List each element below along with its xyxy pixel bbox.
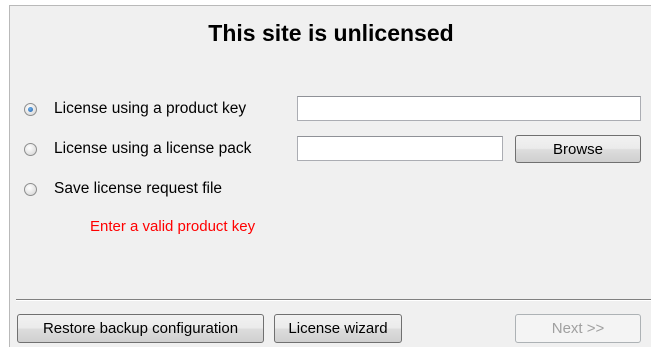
license-pack-radio[interactable]	[24, 142, 37, 156]
dialog-title: This site is unlicensed	[208, 20, 454, 46]
product-key-label[interactable]: License using a product key	[54, 100, 246, 118]
option-license-pack[interactable]: License using a license pack	[10, 136, 290, 162]
license-pack-label[interactable]: License using a license pack	[54, 140, 251, 158]
product-key-radio[interactable]	[24, 102, 37, 116]
license-wizard-button[interactable]: License wizard	[274, 314, 402, 343]
validation-message: Enter a valid product key	[90, 218, 256, 235]
license-pack-input[interactable]	[297, 136, 503, 161]
footer-divider	[16, 299, 651, 301]
product-key-input[interactable]	[297, 96, 641, 121]
option-save-request[interactable]: Save license request file	[10, 176, 290, 202]
browse-button[interactable]: Browse	[515, 135, 641, 163]
save-request-radio[interactable]	[24, 182, 37, 196]
license-dialog: This site is unlicensed License using a …	[9, 5, 651, 347]
save-request-label[interactable]: Save license request file	[54, 180, 222, 198]
restore-backup-button[interactable]: Restore backup configuration	[17, 314, 264, 343]
next-button[interactable]: Next >>	[515, 314, 641, 343]
